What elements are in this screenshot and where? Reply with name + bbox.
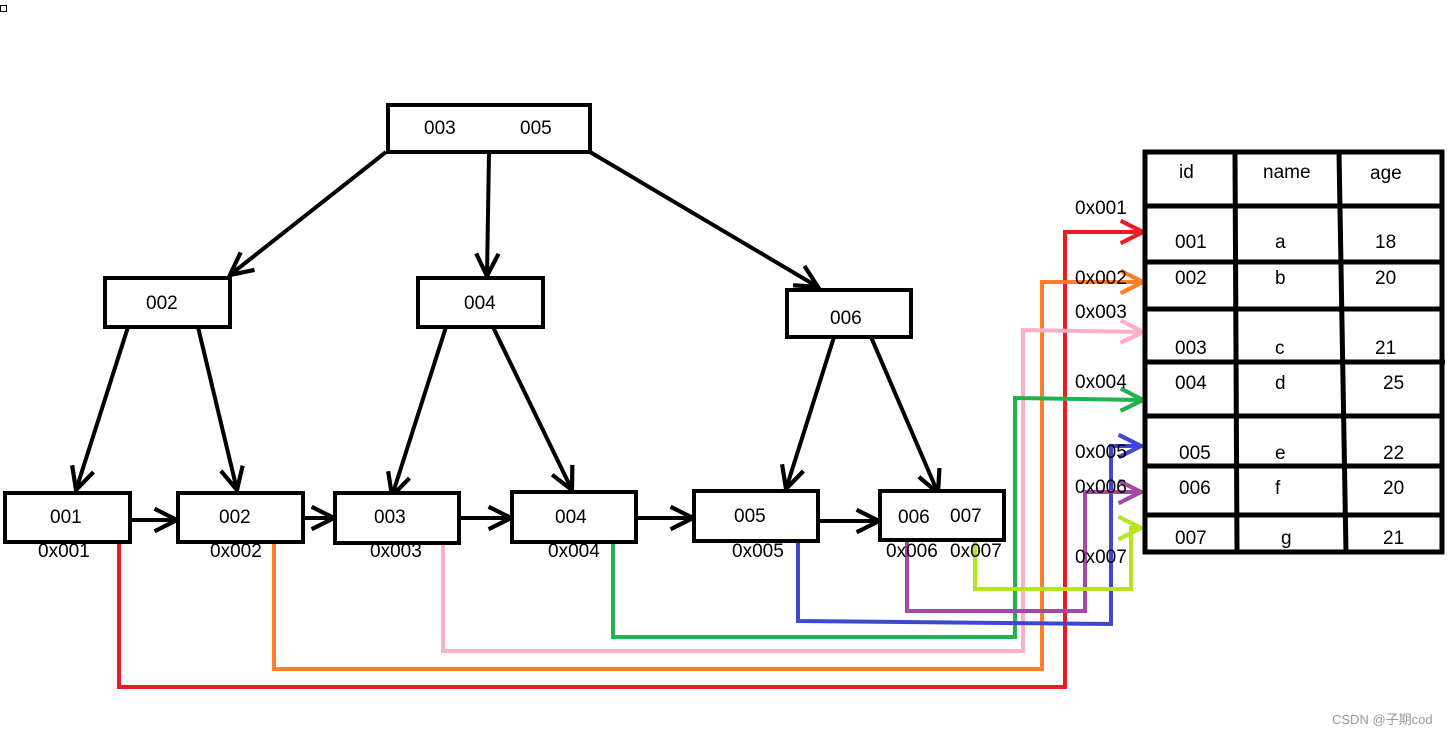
leaf-key: 004 <box>555 507 587 528</box>
table-row: 0x007 007 g 21 <box>1075 528 1404 568</box>
edge-006-005 <box>786 336 836 489</box>
leaf-node: 006 007 0x006 0x007 <box>878 489 1006 562</box>
internal-node: 006 <box>785 288 913 339</box>
edge-root-006 <box>588 150 818 287</box>
row-address: 0x004 <box>1075 372 1127 393</box>
leaf-address: 0x001 <box>38 541 90 562</box>
leaf-key: 007 <box>950 506 982 527</box>
cell-name: c <box>1275 338 1285 359</box>
row-address: 0x001 <box>1075 198 1127 219</box>
cell-name: d <box>1275 373 1286 394</box>
cell-name: a <box>1275 232 1286 253</box>
node-key: 006 <box>830 308 862 329</box>
cell-id: 004 <box>1175 373 1207 394</box>
cell-id: 003 <box>1175 338 1207 359</box>
row-address: 0x002 <box>1075 268 1127 289</box>
leaf-key: 006 <box>898 507 930 528</box>
cell-name: b <box>1275 268 1286 289</box>
leaf-address: 0x004 <box>548 541 600 562</box>
root-key: 005 <box>520 118 552 139</box>
cell-id: 007 <box>1175 528 1207 549</box>
edge-004-003 <box>392 326 448 496</box>
leaf-node: 001 0x001 <box>3 491 132 562</box>
cell-age: 22 <box>1383 443 1404 464</box>
cell-age: 25 <box>1383 373 1404 394</box>
node-key: 004 <box>464 293 496 314</box>
header-age: age <box>1370 163 1402 184</box>
cell-age: 20 <box>1383 478 1404 499</box>
leaf-key: 003 <box>374 507 406 528</box>
internal-node: 002 <box>103 276 232 329</box>
cell-name: e <box>1275 443 1286 464</box>
edge-root-004 <box>487 151 489 276</box>
root-node: 003 005 <box>386 103 592 154</box>
cell-id: 001 <box>1175 232 1207 253</box>
cell-age: 21 <box>1383 528 1404 549</box>
edge-root-002 <box>230 150 388 275</box>
leaf-address: 0x007 <box>950 541 1002 562</box>
leaf-node: 002 0x002 <box>176 491 305 562</box>
leaf-address: 0x002 <box>210 541 262 562</box>
leaf-node: 003 0x003 <box>333 491 461 562</box>
row-pointers <box>117 232 1143 689</box>
cell-age: 18 <box>1375 232 1396 253</box>
leaf-address: 0x005 <box>732 541 784 562</box>
row-address: 0x006 <box>1075 477 1127 498</box>
edge-006-006 <box>869 336 938 493</box>
leaf-address: 0x003 <box>370 541 422 562</box>
cell-name: g <box>1281 528 1292 549</box>
header-name: name <box>1263 162 1311 183</box>
leaf-key: 005 <box>734 506 766 527</box>
watermark: CSDN @子期cod <box>1332 712 1433 727</box>
row-address: 0x005 <box>1075 442 1127 463</box>
node-key: 002 <box>146 293 178 314</box>
cell-id: 006 <box>1179 478 1211 499</box>
row-address: 0x007 <box>1075 547 1127 568</box>
cell-id: 005 <box>1179 443 1211 464</box>
row-address: 0x003 <box>1075 302 1127 323</box>
leaf-node: 004 0x004 <box>510 490 638 562</box>
table-row: 0x004 004 d 25 <box>1075 372 1404 394</box>
edge-002-002 <box>196 326 237 490</box>
leaf-key: 001 <box>50 507 82 528</box>
cell-age: 21 <box>1375 338 1396 359</box>
cell-name: f <box>1275 478 1281 499</box>
cell-id: 002 <box>1175 268 1207 289</box>
header-id: id <box>1179 162 1194 183</box>
leaf-key: 002 <box>219 507 251 528</box>
table-row: 0x006 006 f 20 <box>1075 477 1404 499</box>
edge-004-004 <box>491 326 572 490</box>
edge-002-001 <box>76 326 130 490</box>
internal-node: 004 <box>416 276 545 329</box>
root-key: 003 <box>424 118 456 139</box>
table-row: 0x005 005 e 22 <box>1075 442 1404 464</box>
leaf-address: 0x006 <box>886 541 938 562</box>
cell-age: 20 <box>1375 268 1396 289</box>
bplus-tree-diagram: 003 005 002 004 006 001 0x001 002 0x002 … <box>3 103 1445 727</box>
